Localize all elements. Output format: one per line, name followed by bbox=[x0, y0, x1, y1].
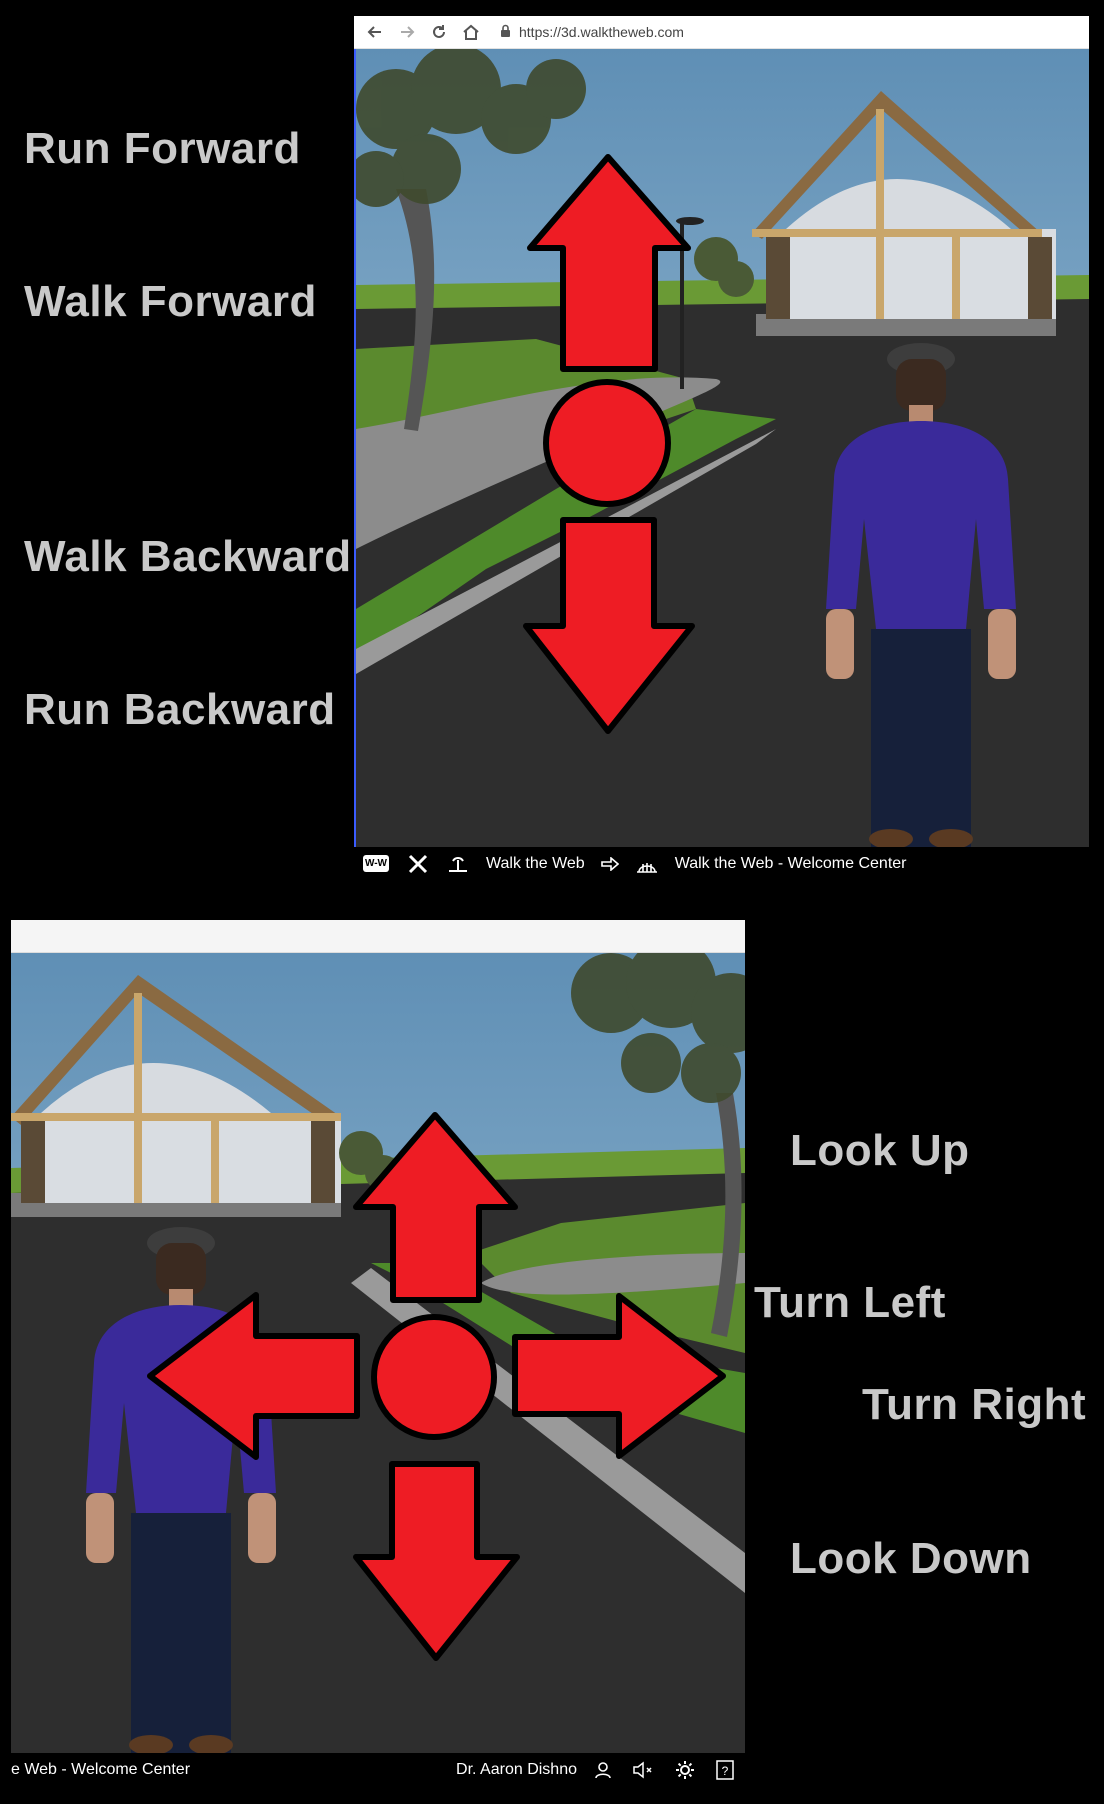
help-icon[interactable]: ? bbox=[705, 1753, 745, 1785]
url-text: https://3d.walktheweb.com bbox=[519, 24, 684, 40]
globe-building-icon[interactable] bbox=[627, 847, 667, 880]
mute-icon[interactable] bbox=[621, 1753, 665, 1785]
browser-toolbar: https://3d.walktheweb.com bbox=[354, 16, 1089, 49]
back-icon[interactable] bbox=[364, 21, 386, 43]
user-name[interactable]: Dr. Aaron Dishno bbox=[448, 1753, 585, 1785]
arrow-right-icon bbox=[593, 847, 627, 880]
settings-gear-icon[interactable] bbox=[665, 1753, 705, 1785]
label-turn-right: Turn Right bbox=[862, 1380, 1087, 1429]
top-3d-scene[interactable] bbox=[354, 49, 1089, 847]
home-icon[interactable] bbox=[460, 21, 482, 43]
top-bottom-toolbar: W-W Walk the Web Walk the Web - Welcome … bbox=[354, 847, 1089, 880]
wtw-logo-text: W-W bbox=[362, 855, 389, 872]
top-browser-window: https://3d.walktheweb.com W-W Walk the W… bbox=[354, 16, 1089, 880]
bottom-browser-strip bbox=[11, 920, 745, 953]
forward-icon[interactable] bbox=[396, 21, 418, 43]
bottom-toolbar: e Web - Welcome Center Dr. Aaron Dishno … bbox=[11, 1753, 745, 1785]
page-title-link[interactable]: Walk the Web - Welcome Center bbox=[667, 847, 915, 880]
wtw-logo-icon[interactable]: W-W bbox=[354, 847, 398, 880]
svg-text:?: ? bbox=[722, 1764, 729, 1778]
label-walk-forward: Walk Forward bbox=[24, 277, 317, 326]
bottom-scene-render bbox=[11, 953, 745, 1753]
top-scene-render bbox=[356, 49, 1089, 847]
label-run-forward: Run Forward bbox=[24, 124, 301, 173]
tools-icon[interactable] bbox=[398, 847, 438, 880]
bottom-3d-scene[interactable] bbox=[11, 953, 745, 1753]
reload-icon[interactable] bbox=[428, 21, 450, 43]
label-look-up: Look Up bbox=[790, 1126, 970, 1175]
address-bar[interactable]: https://3d.walktheweb.com bbox=[500, 24, 684, 40]
label-look-down: Look Down bbox=[790, 1534, 1032, 1583]
label-run-backward: Run Backward bbox=[24, 685, 336, 734]
label-walk-backward: Walk Backward bbox=[24, 532, 352, 581]
user-icon[interactable] bbox=[585, 1753, 621, 1785]
island-icon[interactable] bbox=[438, 847, 478, 880]
page-title-partial[interactable]: e Web - Welcome Center bbox=[11, 1753, 198, 1785]
bottom-browser-window: e Web - Welcome Center Dr. Aaron Dishno … bbox=[11, 920, 745, 1785]
site-link[interactable]: Walk the Web bbox=[478, 847, 593, 880]
label-turn-left: Turn Left bbox=[754, 1278, 946, 1327]
lock-icon bbox=[500, 24, 511, 40]
